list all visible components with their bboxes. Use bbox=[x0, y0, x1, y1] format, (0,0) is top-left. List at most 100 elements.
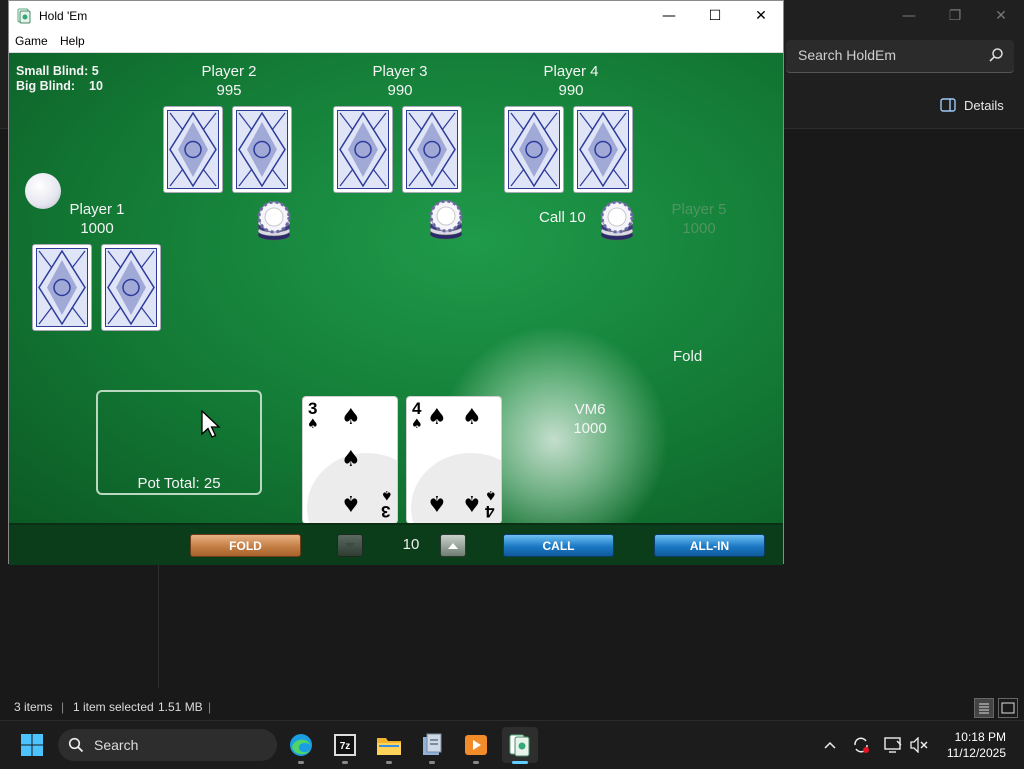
maximize-button[interactable]: ☐ bbox=[692, 1, 738, 31]
player-3-chips-stack bbox=[429, 200, 463, 240]
holdem-titlebar[interactable]: Hold 'Em — ☐ ✕ bbox=[9, 1, 783, 31]
active-indicator bbox=[512, 761, 528, 764]
close-button[interactable]: ✕ bbox=[738, 1, 784, 31]
volume-tray-button[interactable] bbox=[909, 735, 929, 755]
card-back-pattern-icon bbox=[105, 248, 157, 327]
details-view-icon bbox=[979, 703, 989, 714]
details-view-button[interactable] bbox=[974, 698, 994, 718]
status-item-count: 3 items bbox=[14, 700, 53, 714]
details-button[interactable]: Details bbox=[940, 94, 1004, 116]
player-1-chips: 1000 bbox=[80, 220, 114, 237]
taskbar-app-7zip[interactable]: 7z bbox=[327, 727, 363, 764]
spade-icon: ♠ bbox=[427, 405, 447, 430]
card-rank: 4 bbox=[485, 502, 495, 521]
tiles-view-button[interactable] bbox=[998, 698, 1018, 718]
pot-total-label: Pot Total: 25 bbox=[137, 475, 221, 492]
taskbar-app-generic[interactable] bbox=[414, 727, 450, 764]
menu-bar: Game Help bbox=[9, 31, 783, 53]
minimize-button[interactable]: — bbox=[646, 1, 692, 31]
player-4-chips: 990 bbox=[558, 82, 584, 99]
spade-icon: ♠ bbox=[307, 417, 319, 432]
media-player-icon bbox=[465, 735, 487, 755]
holdem-app-icon bbox=[17, 8, 31, 24]
taskbar-app-edge[interactable] bbox=[283, 727, 319, 764]
player-2-card-back bbox=[163, 106, 223, 193]
all-in-button[interactable]: ALL-IN bbox=[654, 534, 765, 557]
explorer-restore-button[interactable]: ❐ bbox=[932, 0, 978, 32]
hero-chips: 1000 bbox=[573, 420, 607, 437]
spade-icon: ♠ bbox=[411, 417, 423, 432]
card-back-pattern-icon bbox=[508, 110, 560, 189]
card-rank: 3 bbox=[308, 399, 318, 418]
player-3-name: Player 3 bbox=[372, 63, 428, 80]
card-back-pattern-icon bbox=[337, 110, 389, 189]
player-4-card-back bbox=[573, 106, 633, 193]
edge-icon bbox=[290, 734, 312, 756]
show-hidden-icons-button[interactable] bbox=[820, 735, 840, 755]
player-1-name: Player 1 bbox=[69, 201, 125, 218]
explorer-minimize-button[interactable]: — bbox=[886, 0, 932, 32]
details-pane-icon bbox=[940, 98, 956, 112]
7zip-icon: 7z bbox=[334, 734, 356, 756]
player-1-card-back bbox=[101, 244, 161, 331]
increase-bet-button[interactable] bbox=[440, 534, 466, 557]
display-tray-button[interactable] bbox=[883, 735, 903, 755]
volume-muted-icon bbox=[910, 737, 928, 753]
running-indicator bbox=[342, 761, 348, 764]
spade-icon: ♠ bbox=[341, 447, 361, 472]
start-button[interactable] bbox=[14, 727, 50, 763]
tiles-view-icon bbox=[1001, 702, 1015, 714]
call-amount-label: Call 10 bbox=[539, 209, 586, 226]
decrease-bet-button[interactable] bbox=[337, 534, 363, 557]
taskbar-app-media-player[interactable] bbox=[458, 727, 494, 764]
call-button[interactable]: CALL bbox=[503, 534, 614, 557]
player-3-card-back bbox=[402, 106, 462, 193]
spade-icon: ♠ bbox=[341, 490, 361, 515]
arrow-down-icon bbox=[345, 542, 355, 549]
hole-card-4-spades: 4 ♠ ♠ ♠ ♠ ♠ ♠ 4 bbox=[406, 396, 502, 523]
card-back-pattern-icon bbox=[406, 110, 458, 189]
menu-help[interactable]: Help bbox=[60, 34, 85, 48]
holdem-icon bbox=[509, 734, 530, 757]
player-2-chips: 995 bbox=[216, 82, 242, 99]
player-3-card-back bbox=[333, 106, 393, 193]
player-2-card-back bbox=[232, 106, 292, 193]
card-rank: 3 bbox=[381, 502, 391, 521]
holdem-window: Hold 'Em — ☐ ✕ Game Help Small Blind: 5 … bbox=[8, 0, 784, 565]
mouse-cursor-icon bbox=[201, 410, 221, 438]
status-bar: 3 items | 1 item selected 1.51 MB | bbox=[0, 694, 1024, 720]
player-4-name: Player 4 bbox=[543, 63, 599, 80]
details-label: Details bbox=[964, 97, 1004, 113]
explorer-close-button[interactable]: ✕ bbox=[978, 0, 1024, 32]
action-bar: FOLD 10 CALL ALL-IN bbox=[9, 523, 783, 565]
explorer-search-placeholder: Search HoldEm bbox=[798, 47, 897, 63]
taskbar-app-holdem[interactable] bbox=[502, 727, 538, 764]
sync-tray-button[interactable] bbox=[851, 735, 871, 755]
card-back-pattern-icon bbox=[577, 110, 629, 189]
display-icon bbox=[884, 737, 902, 753]
taskbar-search[interactable]: Search bbox=[58, 729, 277, 761]
explorer-search-input[interactable]: Search HoldEm bbox=[786, 40, 1014, 73]
status-size: 1.51 MB bbox=[158, 700, 203, 714]
svg-text:7z: 7z bbox=[340, 741, 351, 752]
player-5-chips: 1000 bbox=[682, 220, 716, 237]
hole-card-3-spades: 3 ♠ ♠ ♠ ♠ ♠ 3 bbox=[302, 396, 398, 523]
arrow-up-icon bbox=[448, 542, 458, 549]
dealer-button bbox=[25, 173, 61, 209]
spade-icon: ♠ bbox=[341, 405, 361, 430]
big-blind-value: 10 bbox=[89, 79, 103, 93]
menu-game[interactable]: Game bbox=[15, 34, 48, 48]
running-indicator bbox=[473, 761, 479, 764]
card-back-pattern-icon bbox=[236, 110, 288, 189]
card-back-pattern-icon bbox=[36, 248, 88, 327]
player-1-card-back bbox=[32, 244, 92, 331]
spade-icon: ♠ bbox=[462, 490, 482, 515]
system-clock[interactable]: 10:18 PM 11/12/2025 bbox=[947, 729, 1006, 761]
windows-start-icon bbox=[21, 734, 43, 756]
big-blind-label: Big Blind: bbox=[16, 79, 76, 93]
chevron-up-icon bbox=[824, 741, 836, 749]
fold-button[interactable]: FOLD bbox=[190, 534, 301, 557]
app-icon bbox=[423, 733, 442, 755]
fold-status-label: Fold bbox=[673, 348, 703, 365]
taskbar-app-file-explorer[interactable] bbox=[371, 727, 407, 764]
